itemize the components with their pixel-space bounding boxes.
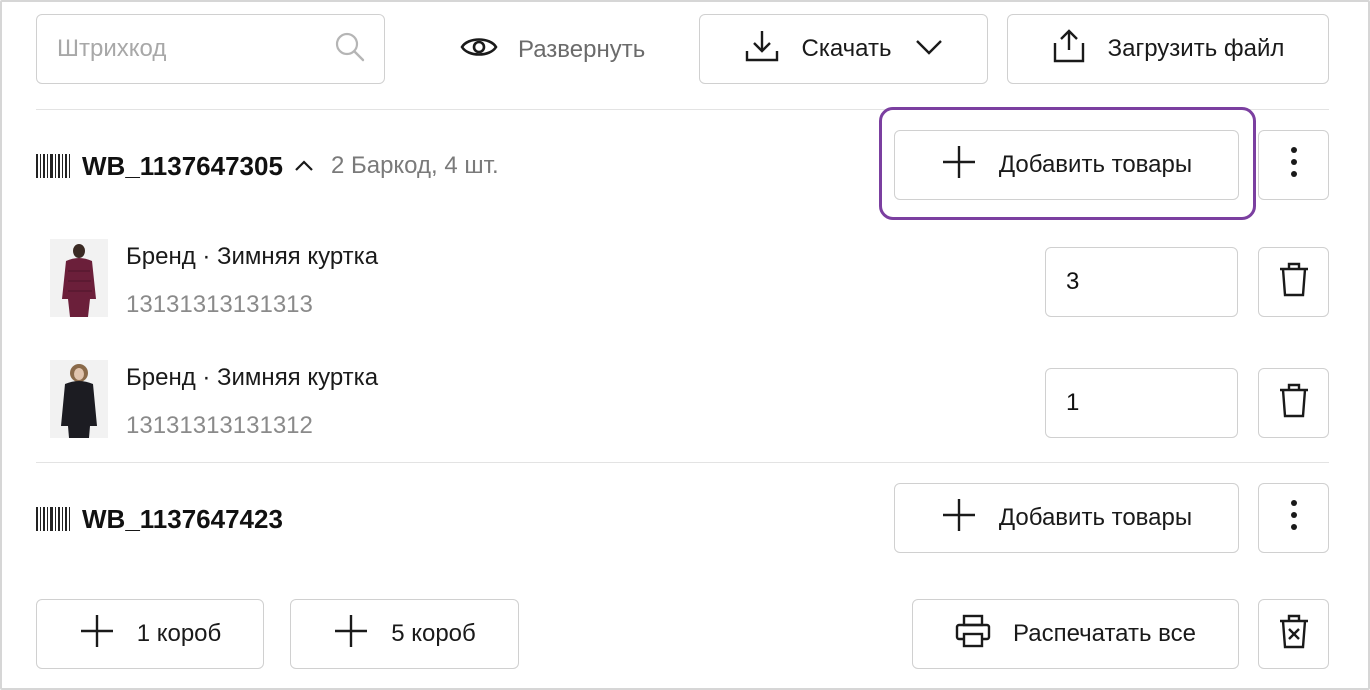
more-vertical-icon (1290, 499, 1298, 538)
chevron-down-icon (914, 35, 944, 63)
more-vertical-icon (1290, 146, 1298, 185)
plus-icon (941, 497, 977, 540)
box-summary: 2 Баркод, 4 шт. (330, 152, 499, 179)
product-thumbnail (50, 239, 108, 317)
trash-icon (1278, 261, 1310, 304)
delete-all-button[interactable] (1258, 599, 1329, 669)
plus-icon (941, 144, 977, 187)
box-header: WB_1137647423 (36, 499, 283, 539)
barcode-search-field[interactable] (36, 14, 385, 84)
add-items-label: Добавить товары (998, 504, 1193, 531)
download-icon (744, 29, 780, 70)
box-header: WB_1137647305 2 Баркод, 4 шт. (36, 146, 499, 186)
quantity-input[interactable] (1066, 268, 1237, 296)
add-five-boxes-button[interactable]: 5 короб (290, 599, 519, 669)
trash-x-icon (1278, 613, 1310, 656)
box-more-button[interactable] (1258, 130, 1329, 200)
box-divider (36, 462, 1329, 463)
search-icon[interactable] (334, 31, 366, 68)
product-thumbnail (50, 360, 108, 438)
download-button[interactable]: Скачать (699, 14, 988, 84)
add-one-box-label: 1 короб (136, 620, 222, 647)
barcode-icon (36, 507, 70, 531)
add-items-label: Добавить товары (998, 151, 1193, 178)
expand-all-button[interactable]: Развернуть (460, 30, 645, 70)
trash-icon (1278, 382, 1310, 425)
print-all-button[interactable]: Распечатать все (912, 599, 1239, 669)
box-name: WB_1137647305 (82, 150, 283, 181)
quantity-field[interactable] (1045, 368, 1238, 438)
barcode-icon (36, 154, 70, 178)
box-more-button[interactable] (1258, 483, 1329, 553)
eye-icon (460, 34, 498, 67)
download-label: Скачать (801, 35, 892, 62)
expand-all-label: Развернуть (518, 36, 646, 63)
list-item: Бренд · Зимняя куртка 13131313131312 (48, 360, 748, 440)
upload-file-button[interactable]: Загрузить файл (1007, 14, 1329, 84)
add-items-button[interactable]: Добавить товары (894, 483, 1239, 553)
print-all-label: Распечатать все (1013, 620, 1196, 647)
delete-item-button[interactable] (1258, 247, 1329, 317)
upload-file-label: Загрузить файл (1107, 35, 1285, 62)
plus-icon (333, 613, 369, 656)
upload-icon (1052, 28, 1086, 71)
add-items-button[interactable]: Добавить товары (894, 130, 1239, 200)
delete-item-button[interactable] (1258, 368, 1329, 438)
quantity-input[interactable] (1066, 389, 1237, 417)
product-barcode: 13131313131313 (126, 291, 313, 318)
box-name: WB_1137647423 (82, 503, 283, 534)
add-one-box-button[interactable]: 1 короб (36, 599, 264, 669)
add-five-boxes-label: 5 короб (391, 620, 476, 647)
quantity-field[interactable] (1045, 247, 1238, 317)
list-item: Бренд · Зимняя куртка 13131313131313 (48, 239, 748, 319)
chevron-up-icon[interactable] (293, 159, 315, 173)
panel-frame (0, 0, 1370, 690)
printer-icon (955, 614, 991, 655)
product-title: Бренд · Зимняя куртка (126, 364, 379, 391)
product-title: Бренд · Зимняя куртка (126, 243, 379, 270)
plus-icon (79, 613, 115, 656)
barcode-search-input[interactable] (57, 35, 334, 63)
toolbar-divider (36, 109, 1329, 110)
product-barcode: 13131313131312 (126, 412, 313, 439)
